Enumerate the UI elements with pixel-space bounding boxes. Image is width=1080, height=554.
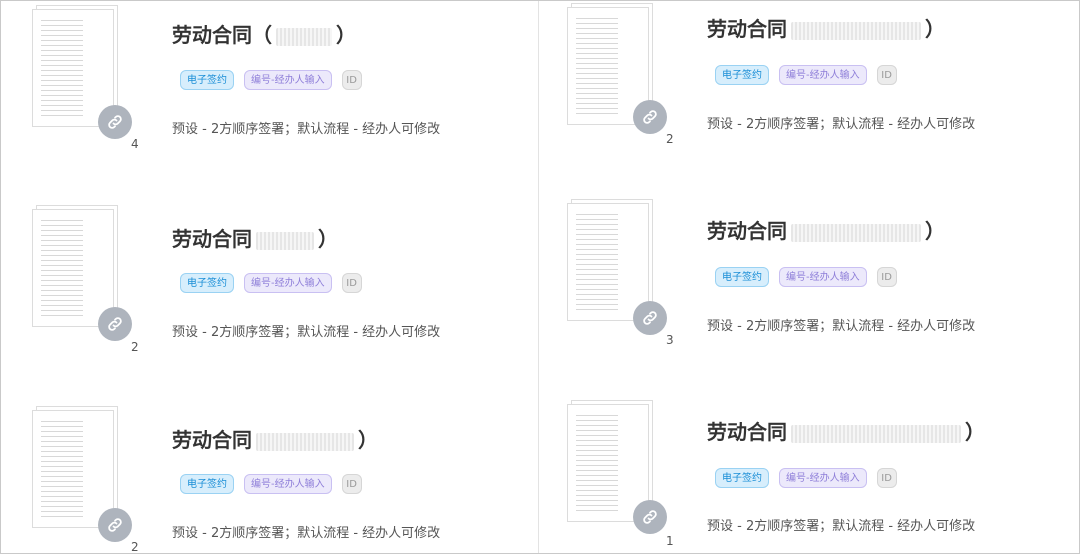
page-count: 2: [666, 132, 674, 146]
template-description: 预设 - 2方顺序签署；默认流程 - 经办人可修改: [707, 117, 976, 132]
redacted-name: [791, 21, 921, 40]
template-title[interactable]: 劳动合同 ）: [707, 215, 945, 244]
document-page-front: [32, 209, 114, 327]
tag-group: 电子签约 编号-经办人输入 ID: [180, 273, 362, 293]
template-card[interactable]: 1 劳动合同 ） 电子签约 编号-经办人输入 ID 预设 - 2方顺序签署；默认流…: [539, 374, 1079, 553]
template-title[interactable]: 劳动合同 ）: [172, 424, 378, 453]
template-description: 预设 - 2方顺序签署；默认流程 - 经办人可修改: [172, 526, 441, 541]
template-list: 4 劳动合同（ ） 电子签约 编号-经办人输入 ID 预设 - 2方顺序签署；默认…: [0, 0, 1080, 554]
template-description: 预设 - 2方顺序签署；默认流程 - 经办人可修改: [172, 325, 441, 340]
link-icon[interactable]: [98, 307, 132, 341]
tag-id: ID: [341, 474, 362, 494]
tag-id: ID: [876, 468, 897, 488]
page-count: 1: [666, 534, 674, 548]
template-description: 预设 - 2方顺序签署；默认流程 - 经办人可修改: [172, 122, 441, 137]
template-title-text: 劳动合同: [707, 17, 787, 41]
redacted-name: [256, 231, 314, 250]
template-title-tail: ）: [336, 23, 356, 47]
tag-numbering: 编号-经办人输入: [779, 468, 867, 488]
tag-id: ID: [876, 65, 897, 85]
tag-numbering: 编号-经办人输入: [244, 474, 332, 494]
link-icon[interactable]: [633, 500, 667, 534]
template-title-tail: ）: [358, 428, 378, 452]
tag-group: 电子签约 编号-经办人输入 ID: [715, 65, 897, 85]
link-icon[interactable]: [98, 508, 132, 542]
page-count: 4: [131, 137, 139, 151]
template-title-tail: ）: [925, 219, 945, 243]
redacted-name: [256, 432, 354, 451]
page-count: 2: [131, 340, 139, 354]
tag-group: 电子签约 编号-经办人输入 ID: [180, 474, 362, 494]
tag-group: 电子签约 编号-经办人输入 ID: [180, 70, 362, 90]
tag-id: ID: [341, 273, 362, 293]
tag-id: ID: [341, 70, 362, 90]
template-card[interactable]: 2 劳动合同 ） 电子签约 编号-经办人输入 ID 预设 - 2方顺序签署；默认流…: [1, 179, 538, 381]
redacted-name: [791, 223, 921, 242]
tag-group: 电子签约 编号-经办人输入 ID: [715, 267, 897, 287]
template-card[interactable]: 2 劳动合同 ） 电子签约 编号-经办人输入 ID 预设 - 2方顺序签署；默认流…: [1, 380, 538, 553]
tag-esign: 电子签约: [180, 273, 234, 293]
document-page-front: [32, 410, 114, 528]
tag-numbering: 编号-经办人输入: [244, 273, 332, 293]
tag-numbering: 编号-经办人输入: [779, 267, 867, 287]
document-page-front: [567, 203, 649, 321]
template-column-left: 4 劳动合同（ ） 电子签约 编号-经办人输入 ID 预设 - 2方顺序签署；默认…: [1, 1, 538, 553]
page-count: 2: [131, 540, 139, 553]
template-title-text: 劳动合同: [707, 420, 787, 444]
template-title-tail: ）: [318, 227, 338, 251]
tag-numbering: 编号-经办人输入: [779, 65, 867, 85]
template-title[interactable]: 劳动合同 ）: [172, 223, 338, 252]
tag-esign: 电子签约: [715, 468, 769, 488]
link-icon[interactable]: [633, 100, 667, 134]
template-card[interactable]: 3 劳动合同 ） 电子签约 编号-经办人输入 ID 预设 - 2方顺序签署；默认流…: [539, 173, 1079, 375]
template-title-tail: ）: [925, 17, 945, 41]
link-icon[interactable]: [98, 105, 132, 139]
template-title-text: 劳动合同: [172, 428, 252, 452]
tag-esign: 电子签约: [180, 70, 234, 90]
tag-esign: 电子签约: [715, 65, 769, 85]
tag-esign: 电子签约: [715, 267, 769, 287]
page-count: 3: [666, 333, 674, 347]
link-icon[interactable]: [633, 301, 667, 335]
redacted-name: [791, 424, 961, 443]
template-description: 预设 - 2方顺序签署；默认流程 - 经办人可修改: [707, 319, 976, 334]
template-title-text: 劳动合同: [707, 219, 787, 243]
template-card[interactable]: 4 劳动合同（ ） 电子签约 编号-经办人输入 ID 预设 - 2方顺序签署；默认…: [1, 1, 538, 180]
template-title-text: 劳动合同（: [172, 23, 272, 47]
tag-id: ID: [876, 267, 897, 287]
redacted-name: [276, 27, 332, 46]
tag-numbering: 编号-经办人输入: [244, 70, 332, 90]
template-card[interactable]: 2 劳动合同 ） 电子签约 编号-经办人输入 ID 预设 - 2方顺序签署；默认流…: [539, 1, 1079, 174]
template-title-text: 劳动合同: [172, 227, 252, 251]
template-title[interactable]: 劳动合同 ）: [707, 13, 945, 42]
tag-group: 电子签约 编号-经办人输入 ID: [715, 468, 897, 488]
template-title-tail: ）: [965, 420, 985, 444]
template-column-right: 2 劳动合同 ） 电子签约 编号-经办人输入 ID 预设 - 2方顺序签署；默认流…: [538, 1, 1079, 553]
template-description: 预设 - 2方顺序签署；默认流程 - 经办人可修改: [707, 519, 976, 534]
tag-esign: 电子签约: [180, 474, 234, 494]
template-title[interactable]: 劳动合同（ ）: [172, 19, 356, 48]
template-title[interactable]: 劳动合同 ）: [707, 416, 985, 445]
